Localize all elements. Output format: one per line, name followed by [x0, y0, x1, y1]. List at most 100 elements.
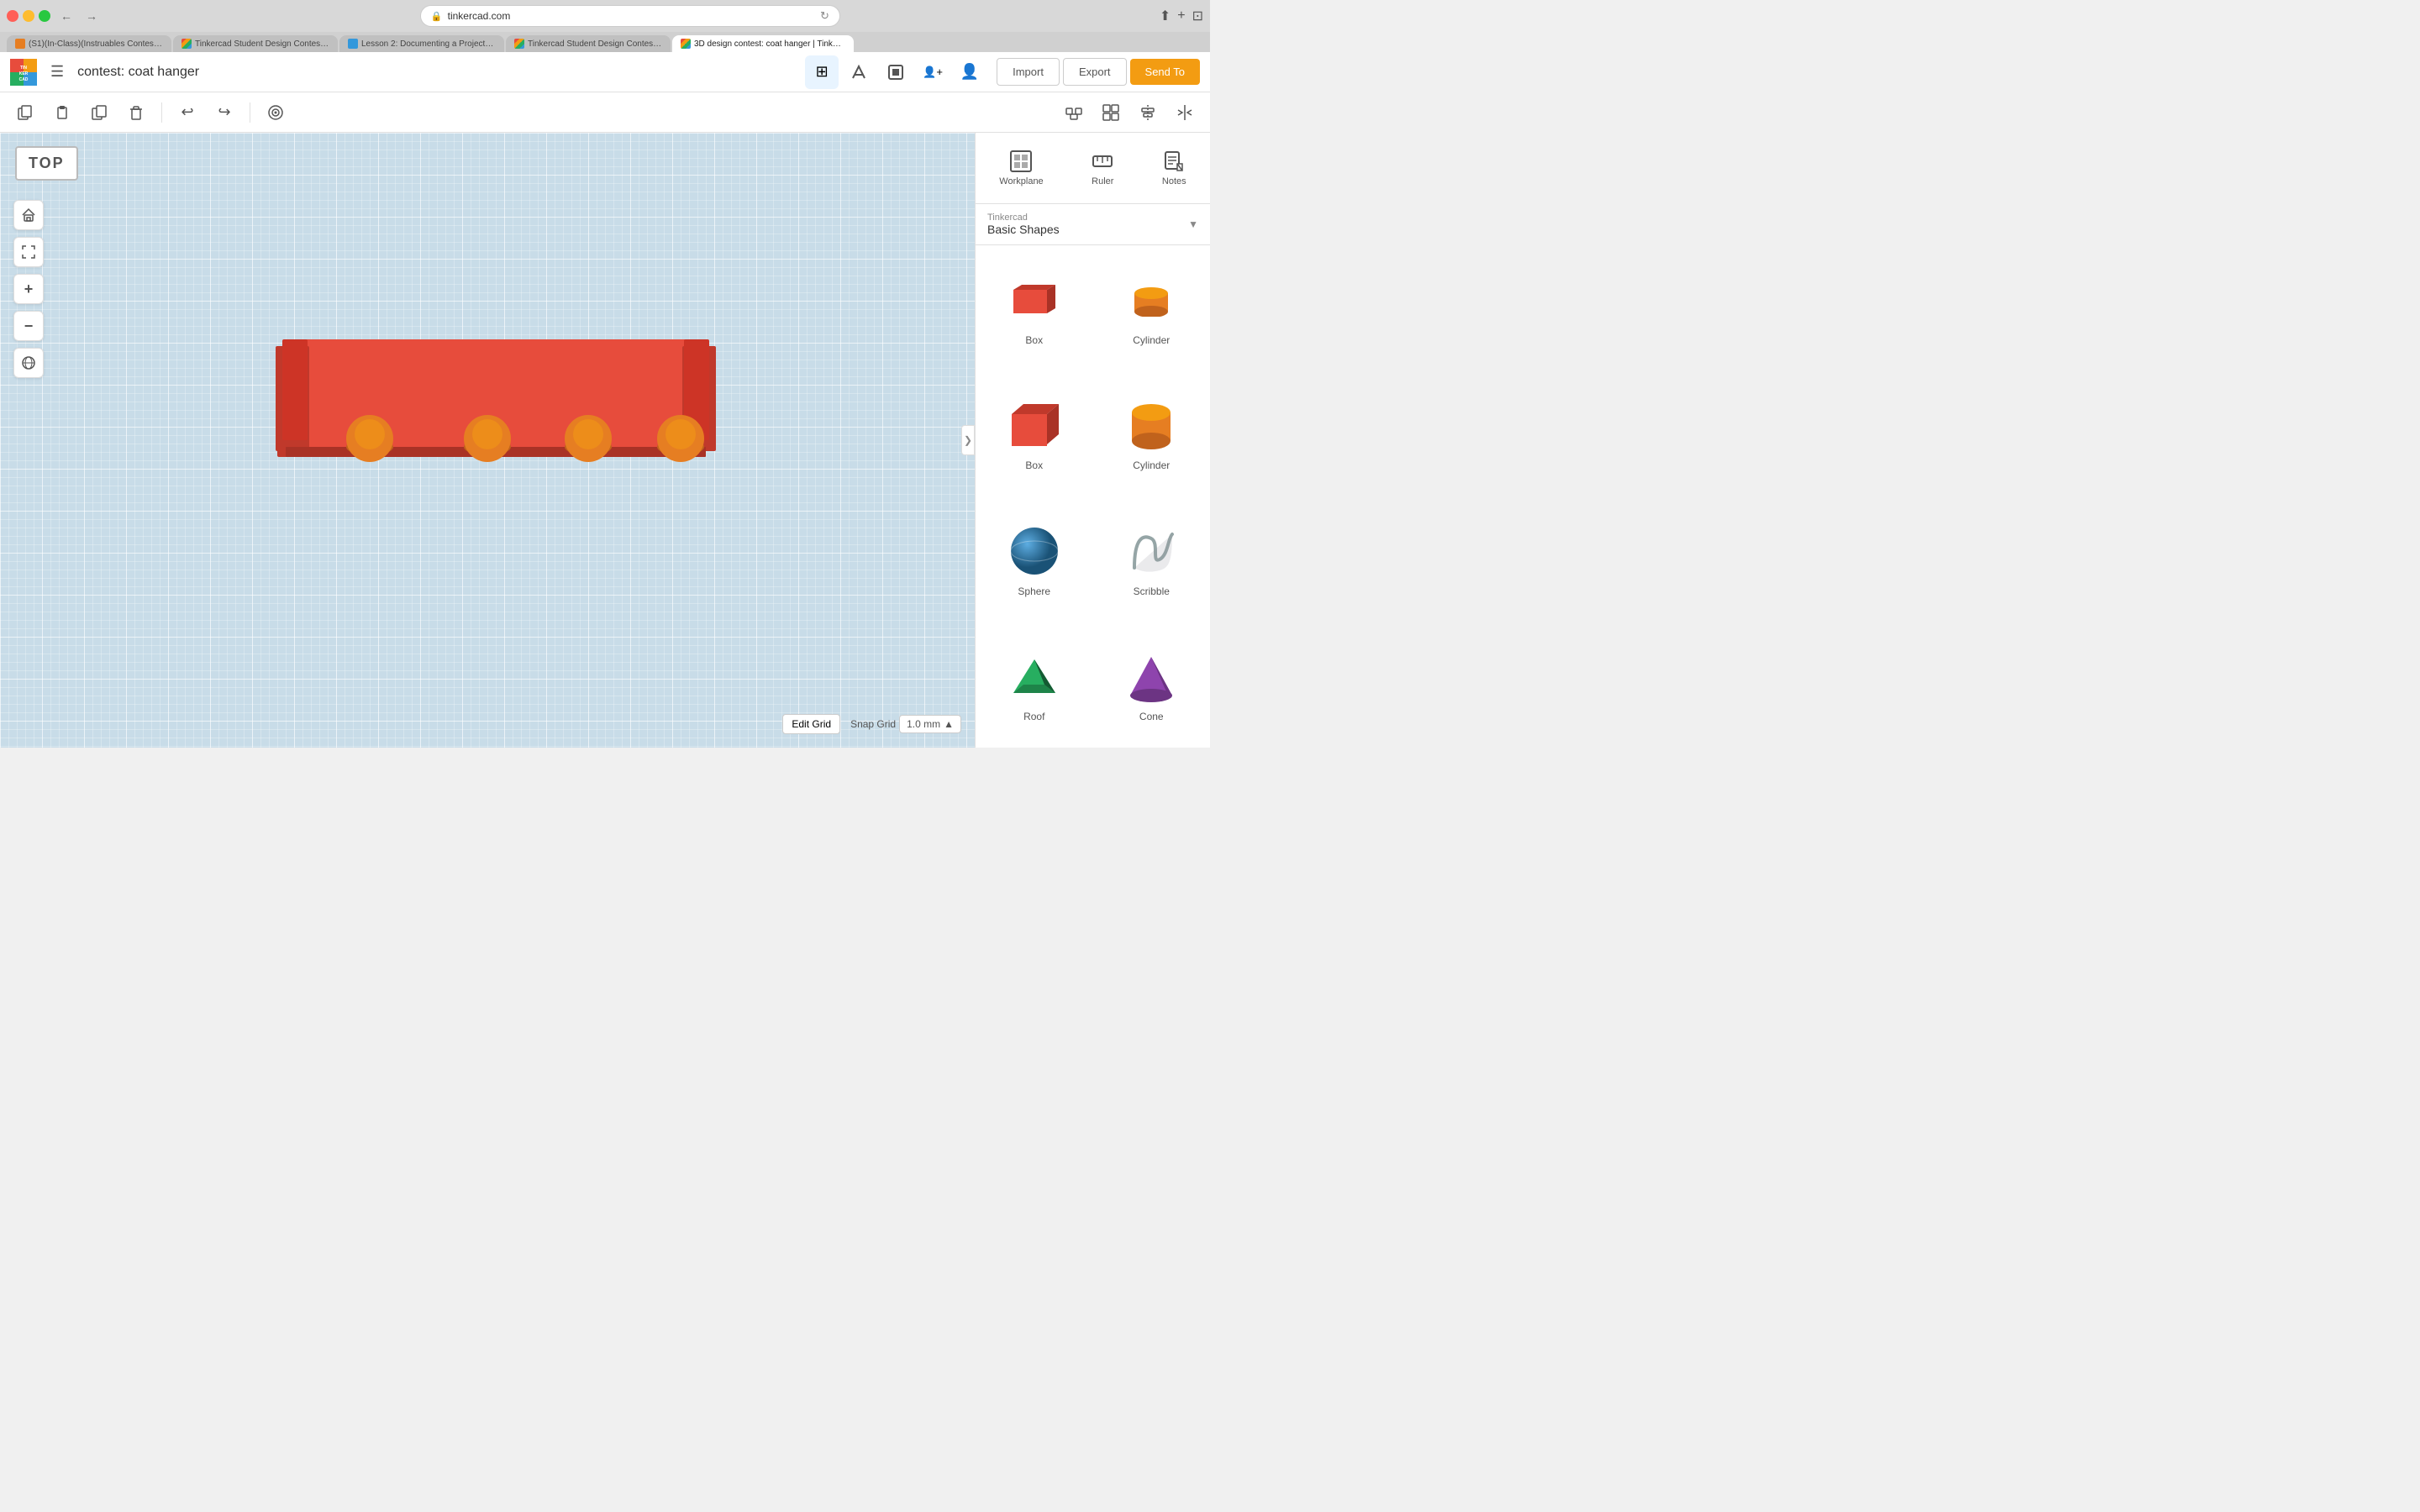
- duplicate-icon: [91, 104, 108, 121]
- group-icon: [1065, 103, 1083, 122]
- cone-svg: [1122, 647, 1181, 706]
- tab-4[interactable]: Tinkercad Student Design Contest – Instr…: [506, 35, 671, 52]
- home-view-button[interactable]: [13, 200, 44, 230]
- ruler-icon-btn[interactable]: Ruler: [1077, 143, 1128, 193]
- target-button[interactable]: [260, 97, 291, 128]
- box-small-svg: [1009, 283, 1060, 317]
- component-icon: [886, 63, 905, 81]
- shapes-grid: Box Cylinder: [976, 245, 1210, 748]
- notes-icon-btn[interactable]: Notes: [1149, 143, 1200, 193]
- toolbar-right: [1059, 97, 1200, 128]
- workplane-label: Workplane: [999, 176, 1043, 186]
- new-tab-button[interactable]: +: [1177, 8, 1185, 24]
- snap-value[interactable]: 1.0 mm ▲: [899, 715, 961, 733]
- tab-3[interactable]: Lesson 2: Documenting a Project : 7 Ste.…: [339, 35, 504, 52]
- back-button[interactable]: ←: [57, 8, 76, 24]
- tab-favicon-1: [15, 39, 25, 49]
- tab-5[interactable]: 3D design contest: coat hanger | Tinkerc…: [672, 35, 854, 52]
- export-button[interactable]: Export: [1063, 58, 1127, 86]
- zoom-out-button[interactable]: −: [13, 311, 44, 341]
- shape-roof[interactable]: Roof: [976, 622, 1093, 748]
- tab-label-2: Tinkercad Student Design Contest – Instr…: [195, 39, 329, 49]
- shape-sphere[interactable]: Sphere: [976, 496, 1093, 622]
- snap-value-text: 1.0 mm: [907, 718, 940, 730]
- panel-dropdown[interactable]: Tinkercad Basic Shapes ▼: [976, 204, 1210, 245]
- component-button[interactable]: [879, 55, 913, 89]
- browser-tabs: (S1)(In-Class)(Instruables Contest - Tin…: [0, 32, 1210, 52]
- shape-cylinder[interactable]: Cylinder: [1093, 371, 1211, 497]
- duplicate-button[interactable]: [84, 97, 114, 128]
- add-user-button[interactable]: 👤+: [916, 55, 950, 89]
- maximize-button[interactable]: [39, 10, 50, 22]
- box-small-visual: [1005, 270, 1064, 329]
- cone-visual: [1122, 647, 1181, 706]
- refresh-icon[interactable]: ↻: [820, 9, 829, 23]
- box-label: Box: [1025, 459, 1043, 471]
- perspective-button[interactable]: [13, 348, 44, 378]
- shape-box-small[interactable]: Box: [976, 245, 1093, 371]
- undo-button[interactable]: ↩: [172, 97, 203, 128]
- minimize-button[interactable]: [23, 10, 34, 22]
- align-button[interactable]: [1133, 97, 1163, 128]
- shape-tool-icon: [850, 63, 868, 81]
- paste-icon: [54, 104, 71, 121]
- tab-favicon-2: [182, 39, 192, 49]
- home-icon: [21, 207, 36, 223]
- ungroup-button[interactable]: [1096, 97, 1126, 128]
- dropdown-category: Tinkercad: [987, 213, 1060, 223]
- snap-grid: Snap Grid 1.0 mm ▲: [850, 715, 961, 733]
- canvas-area[interactable]: TOP + −: [0, 133, 975, 748]
- hamburger-button[interactable]: ☰: [47, 60, 67, 84]
- shape-cone[interactable]: Cone: [1093, 622, 1211, 748]
- sidebar-button[interactable]: ⊡: [1192, 8, 1203, 24]
- topbar-right: ⊞ 👤+ 👤 Import Export Send To: [805, 55, 1200, 89]
- left-controls: + −: [13, 200, 44, 378]
- edit-grid-button[interactable]: Edit Grid: [782, 714, 840, 734]
- panel-icons: Workplane Ruler: [976, 133, 1210, 204]
- project-title: contest: coat hanger: [77, 65, 795, 80]
- import-button[interactable]: Import: [997, 58, 1060, 86]
- cylinder-label: Cylinder: [1133, 459, 1170, 471]
- share-button[interactable]: ⬆: [1160, 8, 1171, 24]
- snap-up-arrow: ▲: [944, 718, 954, 730]
- redo-button[interactable]: ↪: [209, 97, 239, 128]
- profile-button[interactable]: 👤: [953, 55, 986, 89]
- mirror-button[interactable]: [1170, 97, 1200, 128]
- shape-scribble[interactable]: Scribble: [1093, 496, 1211, 622]
- paste-button[interactable]: [47, 97, 77, 128]
- sphere-label: Sphere: [1018, 585, 1050, 597]
- cylinder-visual: [1122, 396, 1181, 454]
- fit-icon: [21, 244, 36, 260]
- copy-button[interactable]: [10, 97, 40, 128]
- bottom-controls: Edit Grid Snap Grid 1.0 mm ▲: [782, 714, 961, 734]
- workplane-svg-icon: [1009, 150, 1033, 173]
- tab-2[interactable]: Tinkercad Student Design Contest – Instr…: [173, 35, 338, 52]
- group-button[interactable]: [1059, 97, 1089, 128]
- coat-hanger-object[interactable]: [202, 323, 773, 507]
- dropdown-arrow[interactable]: ▼: [1188, 218, 1198, 230]
- shape-cylinder-small[interactable]: Cylinder: [1093, 245, 1211, 371]
- shape-tool-button[interactable]: [842, 55, 876, 89]
- roof-label: Roof: [1023, 711, 1044, 722]
- grid-view-button[interactable]: ⊞: [805, 55, 839, 89]
- dropdown-content: Tinkercad Basic Shapes: [987, 213, 1060, 236]
- tab-favicon-4: [514, 39, 524, 49]
- forward-button[interactable]: →: [82, 8, 101, 24]
- close-button[interactable]: [7, 10, 18, 22]
- tinkercad-logo[interactable]: TIN KER CAD: [10, 59, 37, 86]
- fit-view-button[interactable]: [13, 237, 44, 267]
- address-bar[interactable]: 🔒 tinkercad.com ↻: [420, 5, 840, 27]
- tab-label-5: 3D design contest: coat hanger | Tinkerc…: [694, 39, 845, 49]
- coat-hanger-svg: [202, 323, 773, 507]
- delete-button[interactable]: [121, 97, 151, 128]
- address-text: tinkercad.com: [448, 10, 511, 22]
- copy-icon: [17, 104, 34, 121]
- sendto-button[interactable]: Send To: [1130, 59, 1200, 85]
- notes-label: Notes: [1162, 176, 1186, 186]
- workplane-icon-btn[interactable]: Workplane: [986, 143, 1056, 193]
- tab-favicon-3: [348, 39, 358, 49]
- panel-toggle[interactable]: ❯: [961, 425, 975, 455]
- tab-1[interactable]: (S1)(In-Class)(Instruables Contest - Tin…: [7, 35, 171, 52]
- shape-box[interactable]: Box: [976, 371, 1093, 497]
- zoom-in-button[interactable]: +: [13, 274, 44, 304]
